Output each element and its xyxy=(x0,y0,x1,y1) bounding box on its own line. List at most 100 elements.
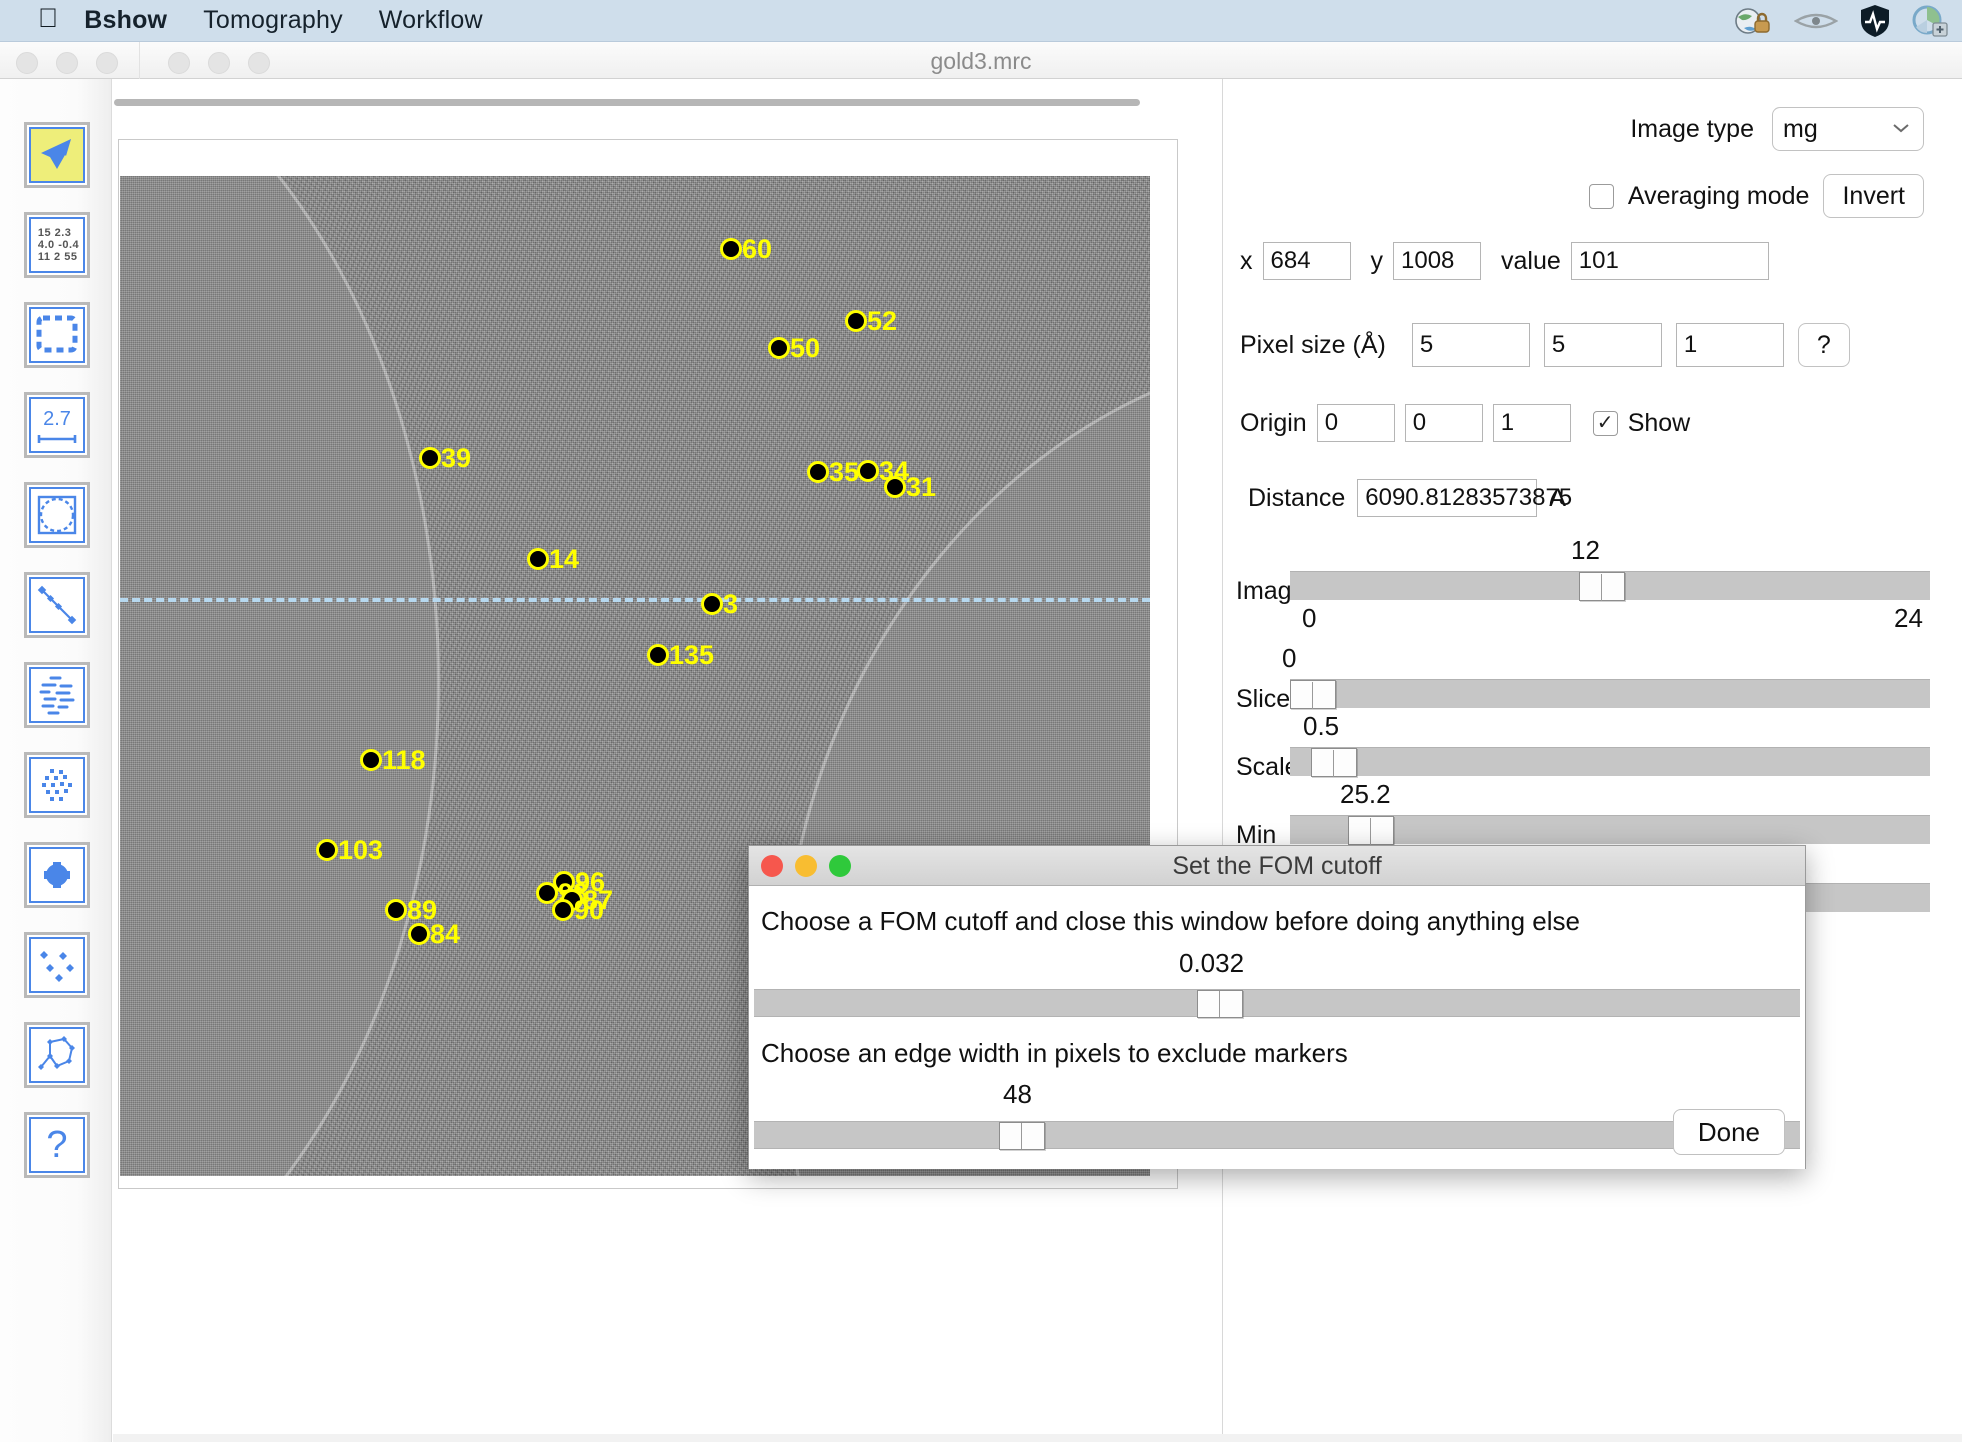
window-title: gold3.mrc xyxy=(930,48,1032,74)
ruler-2-7-icon: 2.7 xyxy=(29,397,85,453)
image-type-row: Image type mgrecpsft xyxy=(1224,107,1924,151)
slider-scale-track[interactable] xyxy=(1290,747,1930,777)
value-field[interactable]: 101 xyxy=(1570,242,1769,280)
arrow-pointer-tool[interactable] xyxy=(24,122,90,188)
marker-label: 118 xyxy=(382,745,426,775)
time-machine-icon[interactable] xyxy=(1912,5,1948,37)
question-mark-icon: ? xyxy=(29,1117,85,1173)
origin-row: Origin 0 0 1 ✓ Show xyxy=(1240,404,1690,442)
menu-item-bshow[interactable]: Bshow xyxy=(84,6,167,35)
particle-pick-tool[interactable] xyxy=(24,752,90,818)
filled-blob-icon xyxy=(29,847,85,903)
show-checkbox[interactable]: ✓ xyxy=(1592,410,1618,436)
slice-indicator-line xyxy=(120,598,1150,602)
marker-tool[interactable] xyxy=(24,932,90,998)
menu-item-tomography[interactable]: Tomography xyxy=(203,6,343,35)
line-trace-tool[interactable] xyxy=(24,572,90,638)
scrollbar-thumb[interactable] xyxy=(114,99,1140,106)
marker-dot xyxy=(720,238,742,260)
macos-menu-bar:  Bshow Tomography Workflow xyxy=(0,0,1962,42)
blob-tool[interactable] xyxy=(24,842,90,908)
slider-slice-thumb[interactable] xyxy=(1290,680,1336,709)
averaging-mode-row: Averaging mode Invert xyxy=(1224,174,1924,218)
fom-instruction-1: Choose a FOM cutoff and close this windo… xyxy=(761,906,1580,936)
circle-in-square-icon xyxy=(29,487,85,543)
fom-dialog-body: Choose a FOM cutoff and close this windo… xyxy=(749,886,1805,1169)
marker-label: 103 xyxy=(338,835,384,865)
x-label: x xyxy=(1240,246,1253,275)
fom-cutoff-slider[interactable] xyxy=(754,989,1800,1018)
bshow-main-window: gold3.mrc 15 2.3 4.0 -0.4 11 2 55 2.7 ? … xyxy=(0,42,1962,1442)
fom-cutoff-value: 0.032 xyxy=(1179,948,1245,978)
globe-lock-icon[interactable] xyxy=(1734,6,1772,36)
slider-min-value: 25.2 xyxy=(1340,779,1391,809)
eye-icon[interactable] xyxy=(1794,10,1838,32)
apple-logo-icon[interactable]:  xyxy=(38,5,58,32)
marker-dot xyxy=(385,899,407,921)
model-tool[interactable] xyxy=(24,1022,90,1088)
filament-tool[interactable] xyxy=(24,662,90,728)
marker-label: 14 xyxy=(549,544,580,574)
numgrid-row-3: 11 2 55 xyxy=(37,251,78,263)
marker-dot xyxy=(807,461,829,483)
averaging-mode-checkbox[interactable] xyxy=(1588,183,1614,209)
edge-width-slider-thumb[interactable] xyxy=(999,1122,1045,1150)
slider-min-thumb[interactable] xyxy=(1348,816,1394,845)
fom-instruction-2: Choose an edge width in pixels to exclud… xyxy=(761,1038,1348,1068)
marker-label: 90 xyxy=(574,895,605,925)
pixel-size-x-field[interactable]: 5 xyxy=(1411,323,1530,367)
marker-label: 35 xyxy=(829,457,860,487)
slider-image-thumb[interactable] xyxy=(1579,572,1625,601)
pixel-size-y-field[interactable]: 5 xyxy=(1543,323,1662,367)
value-label: value xyxy=(1501,246,1561,275)
tool-palette: 15 2.3 4.0 -0.4 11 2 55 2.7 ? xyxy=(0,79,112,1442)
slider-scale-thumb[interactable] xyxy=(1311,748,1357,777)
marker-label: 50 xyxy=(790,333,821,363)
done-button[interactable]: Done xyxy=(1672,1109,1785,1155)
origin-x-field[interactable]: 0 xyxy=(1316,404,1395,442)
menu-bar-tray xyxy=(1734,0,1948,42)
image-pane: 60525035343139143135118103898496988790 xyxy=(113,79,1223,1442)
averaging-mode-label: Averaging mode xyxy=(1627,181,1810,210)
slider-slice-track[interactable] xyxy=(1290,679,1930,709)
dashed-rectangle-icon xyxy=(29,307,85,363)
slider-image-min-label: 0 xyxy=(1302,603,1317,633)
dotted-cluster-icon xyxy=(29,757,85,813)
coordinate-row: x 684 y 1008 value 101 xyxy=(1240,242,1769,280)
pixel-size-z-field[interactable]: 1 xyxy=(1675,323,1784,367)
marker-dot xyxy=(360,749,382,771)
fom-cutoff-slider-thumb[interactable] xyxy=(1197,990,1243,1018)
horizontal-scrollbar[interactable] xyxy=(114,99,1144,110)
invert-button[interactable]: Invert xyxy=(1823,174,1924,218)
slider-min-track[interactable] xyxy=(1290,815,1930,845)
image-type-select[interactable]: mgrecpsft xyxy=(1772,107,1924,151)
rectangle-select-tool[interactable] xyxy=(24,302,90,368)
marker-dot xyxy=(884,476,906,498)
canvas-blank-area xyxy=(120,1178,1150,1188)
y-field[interactable]: 1008 xyxy=(1393,242,1481,280)
shield-pulse-icon[interactable] xyxy=(1860,4,1890,38)
help-tool[interactable]: ? xyxy=(24,1112,90,1178)
x-field[interactable]: 684 xyxy=(1262,242,1351,280)
numbers-tool[interactable]: 15 2.3 4.0 -0.4 11 2 55 xyxy=(24,212,90,278)
marker-label: 31 xyxy=(906,472,937,502)
pixel-size-help-button[interactable]: ? xyxy=(1797,323,1850,367)
polygon-graph-icon xyxy=(29,1027,85,1083)
origin-z-field[interactable]: 1 xyxy=(1492,404,1571,442)
slider-image-value: 12 xyxy=(1571,535,1600,565)
measure-tool[interactable]: 2.7 xyxy=(24,392,90,458)
image-type-select-wrap: mgrecpsft xyxy=(1772,107,1924,151)
arrow-icon xyxy=(29,127,85,183)
numgrid-row-1: 15 2.3 xyxy=(37,227,72,239)
slider-image-track[interactable] xyxy=(1290,571,1930,601)
origin-y-field[interactable]: 0 xyxy=(1404,404,1483,442)
svg-text:2.7: 2.7 xyxy=(43,408,71,430)
circle-select-tool[interactable] xyxy=(24,482,90,548)
marker-dot xyxy=(527,548,549,570)
distance-field[interactable]: 6090.81283573875 xyxy=(1357,479,1572,517)
marker-label: 84 xyxy=(430,919,461,949)
edge-width-slider[interactable] xyxy=(754,1121,1800,1150)
pixel-size-label: Pixel size (Å) xyxy=(1240,330,1386,359)
pixel-size-row: Pixel size (Å) 5 5 1 ? xyxy=(1240,323,1850,367)
menu-item-workflow[interactable]: Workflow xyxy=(379,6,483,35)
